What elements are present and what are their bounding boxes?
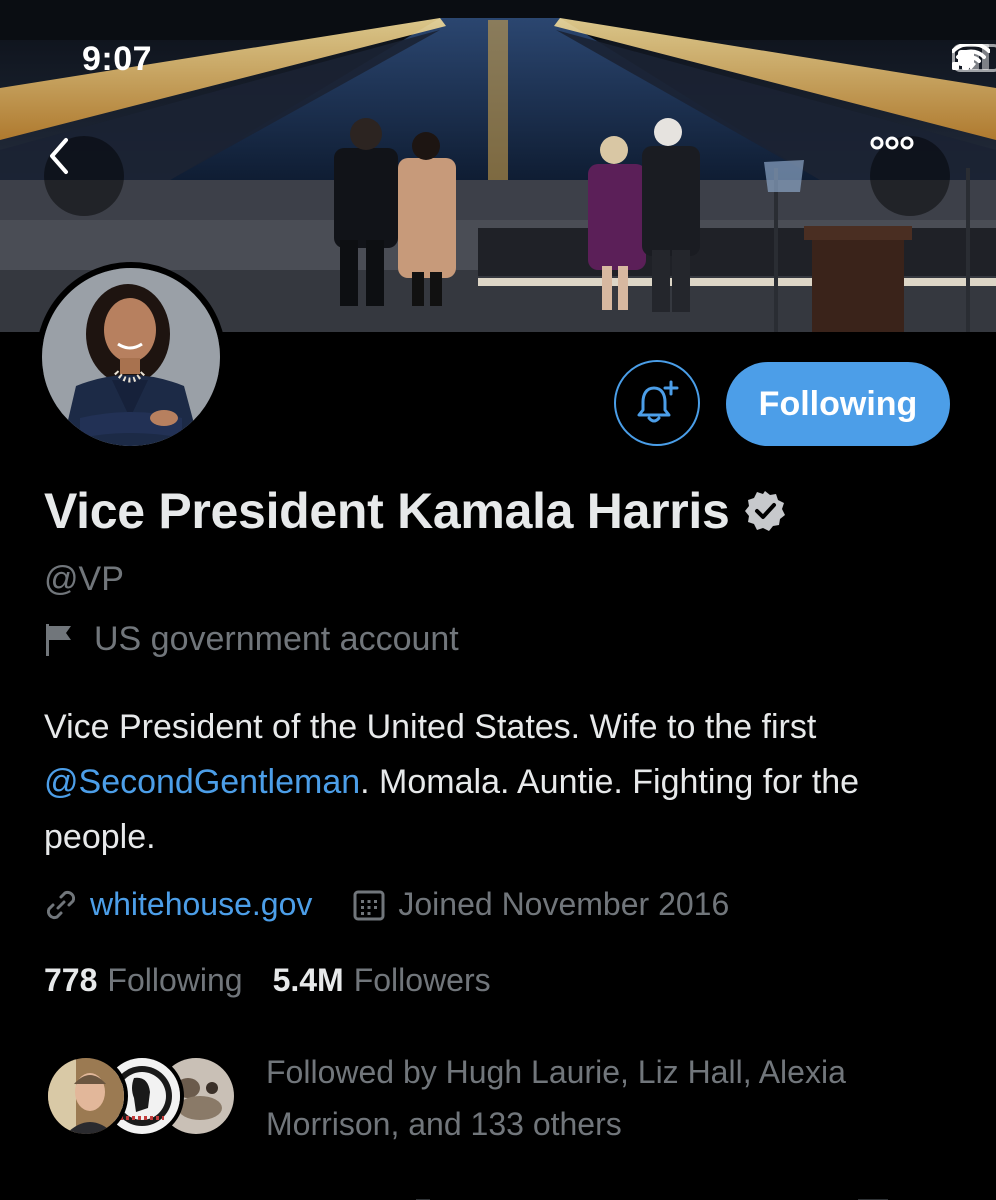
following-count-link[interactable]: 778 Following <box>44 962 243 999</box>
joined-text: Joined November 2016 <box>398 886 730 922</box>
follow-counts: 778 Following 5.4M Followers <box>44 962 491 999</box>
followers-count-label: Followers <box>353 962 491 998</box>
joined-date: Joined November 2016 <box>352 886 729 923</box>
flag-icon <box>44 623 74 657</box>
profile-bio: Vice President of the United States. Wif… <box>44 700 944 865</box>
chevron-left-icon <box>50 138 68 174</box>
link-icon <box>44 888 78 922</box>
name-row: Vice President Kamala Harris <box>44 482 786 540</box>
display-name: Vice President Kamala Harris <box>44 483 730 539</box>
followed-by-row[interactable]: Followed by Hugh Laurie, Liz Hall, Alexi… <box>44 1046 946 1150</box>
back-button[interactable] <box>44 136 124 216</box>
verified-badge-icon <box>744 490 786 532</box>
more-options-button[interactable] <box>870 136 950 216</box>
calendar-icon <box>352 888 386 922</box>
notifications-button[interactable] <box>614 360 700 446</box>
followers-count-link[interactable]: 5.4M Followers <box>273 962 491 999</box>
facepile <box>44 1046 240 1138</box>
bio-text-start: Vice President of the United States. Wif… <box>44 708 817 746</box>
follower-avatar <box>44 1054 128 1138</box>
following-count: 778 <box>44 962 98 998</box>
battery-icon <box>952 44 996 72</box>
website-link[interactable]: whitehouse.gov <box>90 886 312 923</box>
followers-count: 5.4M <box>272 962 344 998</box>
account-label: US government account <box>44 620 459 659</box>
status-time: 9:07 <box>82 40 153 78</box>
profile-handle: @VP <box>44 560 124 598</box>
account-label-text: US government account <box>94 620 459 658</box>
followed-by-text: Followed by Hugh Laurie, Liz Hall, Alexi… <box>266 1054 846 1142</box>
following-button[interactable]: Following <box>726 362 950 446</box>
following-count-label: Following <box>107 962 243 998</box>
more-horizontal-icon <box>870 136 914 150</box>
bell-plus-icon <box>637 380 679 423</box>
bio-mention-link[interactable]: @SecondGentleman <box>44 763 360 801</box>
avatar-photo <box>42 268 220 446</box>
avatar[interactable] <box>36 262 226 452</box>
profile-meta: whitehouse.gov Joined November 2016 <box>44 886 729 923</box>
next-content-edge <box>0 1192 996 1200</box>
